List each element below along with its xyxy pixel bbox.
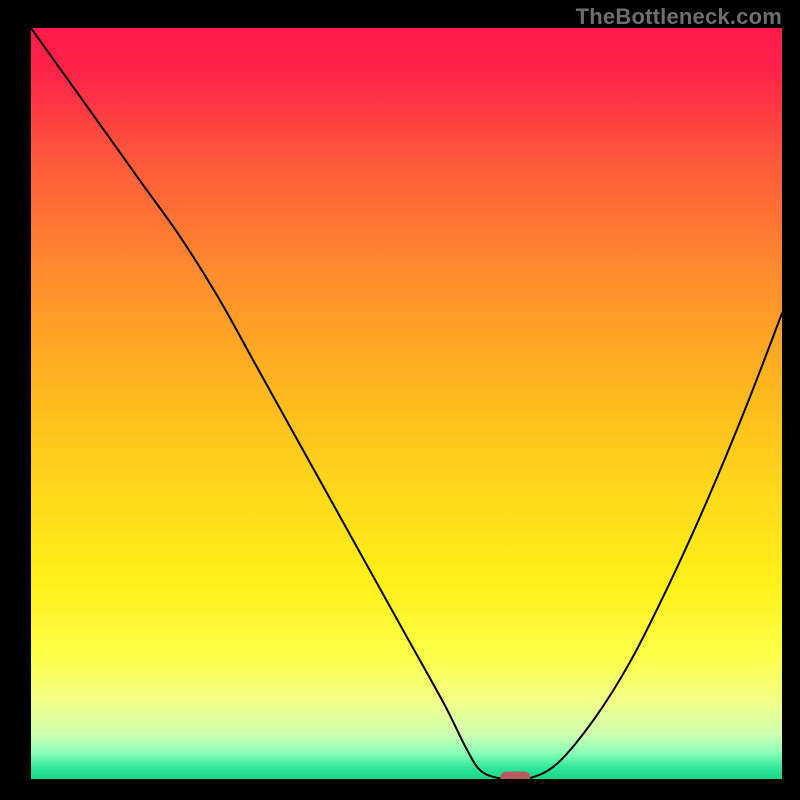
bottleneck-chart	[31, 28, 782, 779]
optimal-marker	[500, 772, 530, 780]
gradient-background	[31, 28, 782, 779]
chart-frame: TheBottleneck.com	[0, 0, 800, 800]
watermark-label: TheBottleneck.com	[576, 4, 782, 30]
